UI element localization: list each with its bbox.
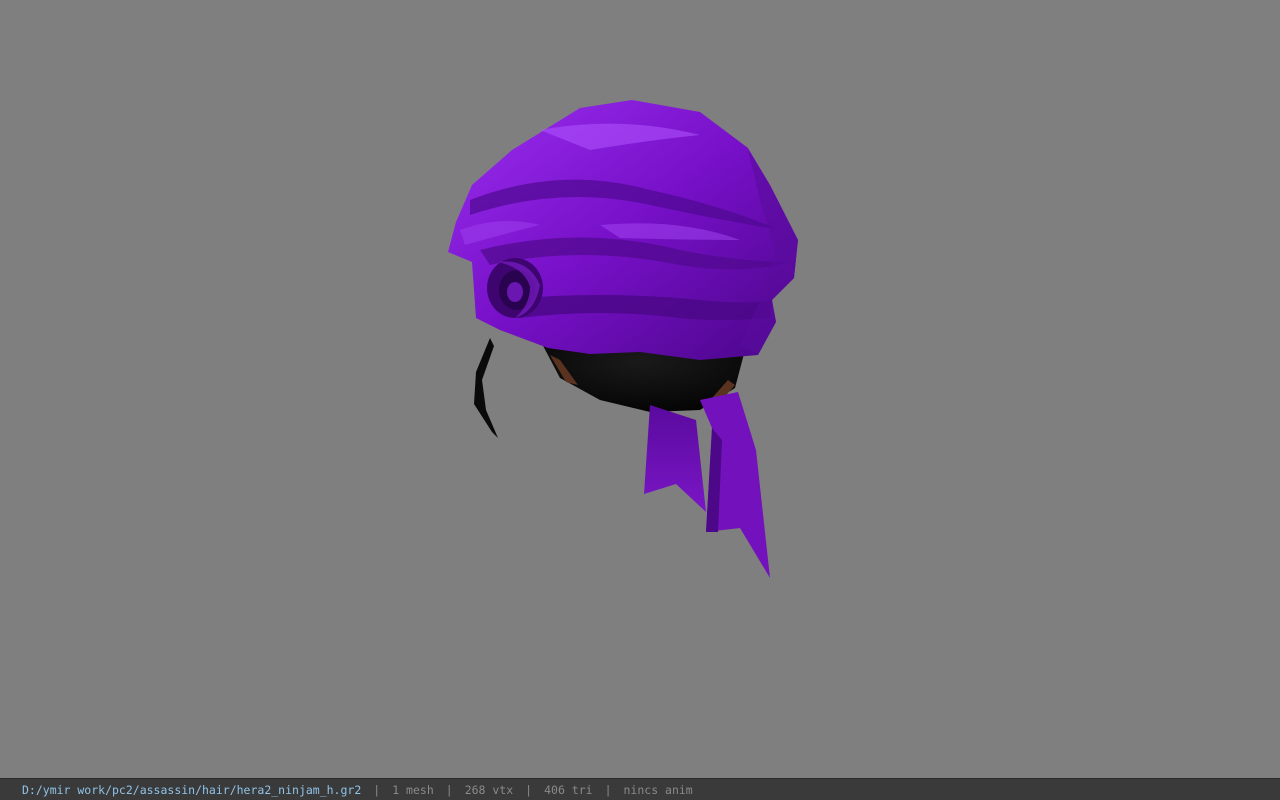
separator: | [525,782,533,797]
triangle-count: 406 tri [544,782,593,797]
status-bar: D:/ymir work/pc2/assassin/hair/hera2_nin… [0,778,1280,800]
vertex-count: 268 vtx [464,782,514,797]
model-render[interactable] [0,0,1280,778]
mesh-count: 1 mesh [392,782,434,797]
separator: | [445,782,453,797]
hair-strand-left [474,338,498,438]
3d-viewport[interactable] [0,0,1280,778]
file-path: D:/ymir work/pc2/assassin/hair/hera2_nin… [22,782,362,797]
anim-status: nincs anim [623,782,693,797]
separator: | [604,782,612,797]
ear-knot [487,258,543,318]
bandana-tail-left [644,405,706,512]
separator: | [373,782,381,797]
